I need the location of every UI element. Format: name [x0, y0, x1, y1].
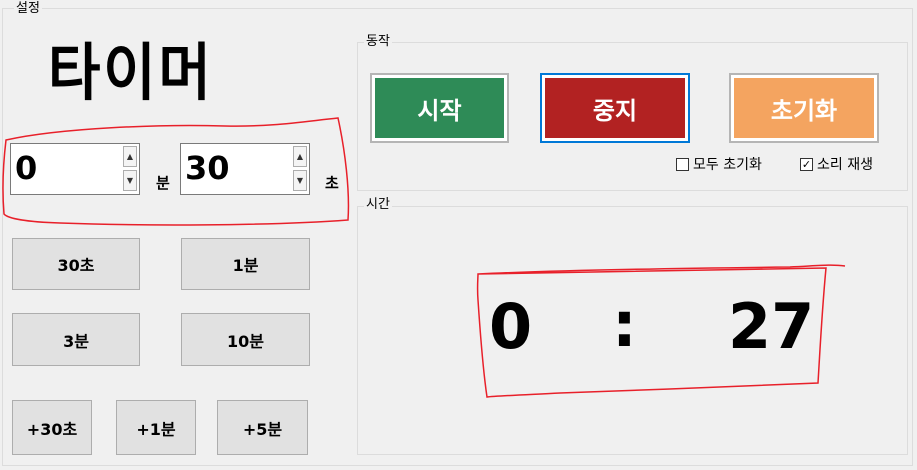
- play-sound-checkbox[interactable]: ✓ 소리 재생: [800, 154, 873, 174]
- minutes-value: 0: [15, 149, 38, 187]
- play-sound-checkbox-box[interactable]: ✓: [800, 157, 813, 171]
- reset-all-label: 모두 초기화: [693, 157, 762, 173]
- reset-button[interactable]: 초기화: [729, 73, 879, 143]
- settings-group-label: 설정: [14, 1, 42, 16]
- add-30s-button[interactable]: +30초: [12, 400, 92, 455]
- start-button-label: 시작: [375, 78, 504, 138]
- app-title: 타이머: [48, 36, 214, 109]
- seconds-down-button[interactable]: ▼: [293, 170, 307, 191]
- preset-3m-button[interactable]: 3분: [12, 313, 140, 366]
- time-seconds: 27: [728, 290, 815, 363]
- reset-button-label: 초기화: [734, 78, 874, 138]
- preset-10m-button[interactable]: 10분: [181, 313, 310, 366]
- time-group-label: 시간: [364, 197, 392, 212]
- reset-all-checkbox[interactable]: 모두 초기화: [676, 154, 762, 174]
- start-button[interactable]: 시작: [370, 73, 509, 143]
- stop-button[interactable]: 중지: [540, 73, 690, 143]
- minutes-input[interactable]: 0 ▲ ▼: [10, 143, 140, 195]
- preset-1m-button[interactable]: 1분: [181, 238, 310, 290]
- reset-all-checkbox-box[interactable]: [676, 157, 689, 171]
- seconds-up-button[interactable]: ▲: [293, 146, 307, 167]
- seconds-value: 30: [185, 149, 230, 187]
- minutes-unit-label: 분: [156, 174, 170, 192]
- seconds-unit-label: 초: [325, 174, 339, 192]
- minutes-up-button[interactable]: ▲: [123, 146, 137, 167]
- action-group-label: 동작: [364, 34, 392, 49]
- play-sound-label: 소리 재생: [817, 157, 873, 173]
- add-1m-button[interactable]: +1분: [116, 400, 196, 455]
- time-separator: :: [612, 288, 637, 361]
- time-minutes: 0: [489, 290, 533, 363]
- add-5m-button[interactable]: +5분: [217, 400, 308, 455]
- minutes-down-button[interactable]: ▼: [123, 170, 137, 191]
- stop-button-label: 중지: [545, 78, 685, 138]
- preset-30s-button[interactable]: 30초: [12, 238, 140, 290]
- seconds-input[interactable]: 30 ▲ ▼: [180, 143, 310, 195]
